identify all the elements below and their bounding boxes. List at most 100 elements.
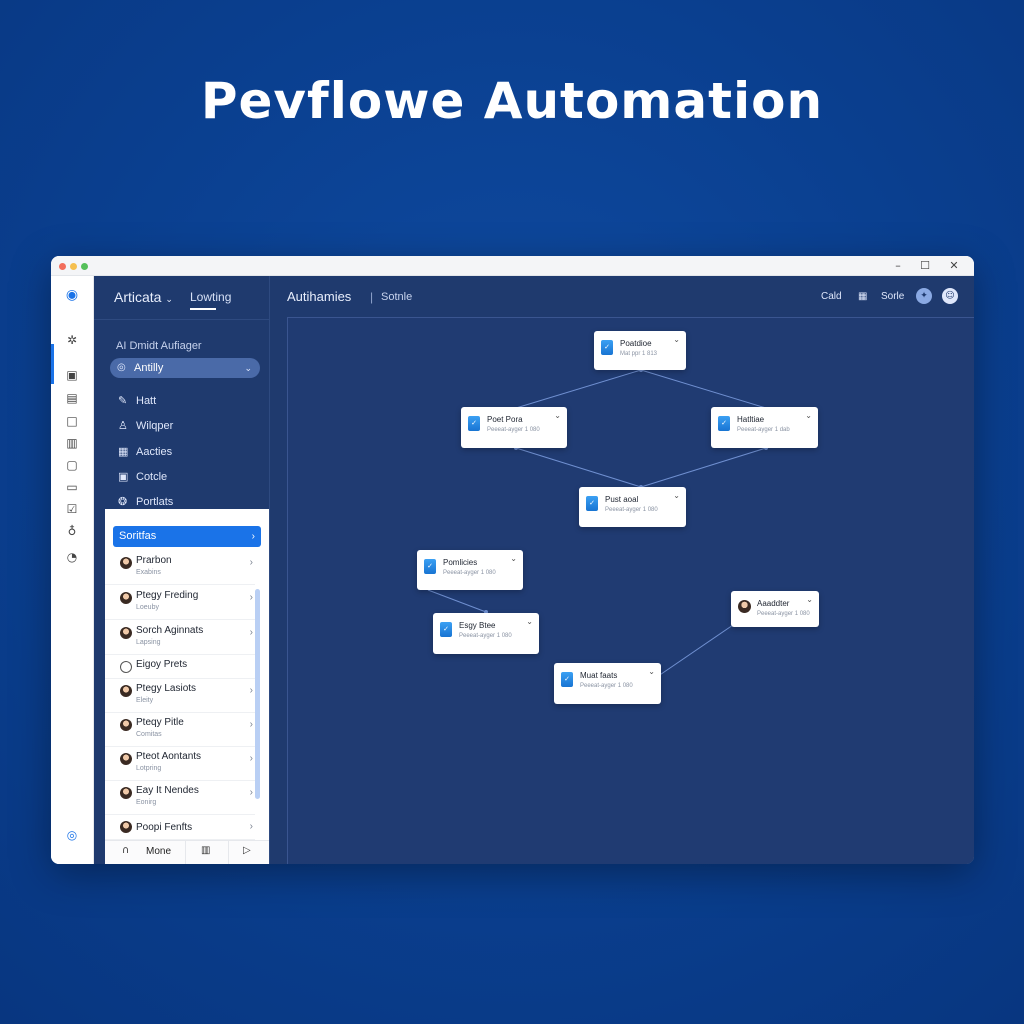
workflow-canvas[interactable]: ✓ Poatdioe Mat ppr 1 813 ⌄ ✓ Poet Pora P…	[287, 317, 974, 864]
list-footer: ∩ Mone ▥ ▷	[105, 840, 269, 864]
message-icon[interactable]: ▭	[63, 478, 81, 496]
nav-item-wilqper[interactable]: ♙ Wilqper	[118, 417, 173, 435]
list-item[interactable]: Eigoy Prets	[105, 655, 255, 679]
edge	[640, 447, 767, 488]
send-icon[interactable]: ▷	[243, 845, 251, 856]
chevron-down-icon[interactable]: ⌄	[510, 554, 517, 563]
list-item[interactable]: Poopi Fenfts ›	[105, 815, 255, 840]
zoom-dot[interactable]	[81, 263, 88, 270]
avatar	[120, 753, 132, 765]
avatar	[120, 719, 132, 731]
workflow-area: Autihamies | Sotnle Cald ▦ Sorle ✦ ☺ ✓ P…	[269, 276, 974, 864]
workflow-node[interactable]: ✓ Poet Pora Peeeat-ayger 1 080 ⌄	[461, 407, 567, 448]
chevron-down-icon: ⌄	[244, 363, 252, 373]
list-item[interactable]: Pteot Aontants Lotpring ›	[105, 747, 255, 781]
minimize-dot[interactable]	[70, 263, 77, 270]
chevron-down-icon[interactable]: ⌄	[673, 335, 680, 344]
close-dot[interactable]	[59, 263, 66, 270]
list-item[interactable]: Eay It Nendes Eonirg ›	[105, 781, 255, 815]
help-icon[interactable]: ◎	[63, 826, 81, 844]
chevron-right-icon: ›	[249, 685, 253, 696]
edge	[640, 369, 767, 409]
nav-item-cotcle[interactable]: ▣ Cotcle	[118, 468, 167, 486]
clock-icon[interactable]: ◔	[63, 548, 81, 566]
list-selected-item[interactable]: Soritfas ›	[113, 526, 261, 547]
tab-underline	[190, 308, 216, 310]
chevron-right-icon: ›	[251, 531, 255, 542]
box-icon: ▣	[118, 470, 129, 483]
avatar	[120, 592, 132, 604]
chevron-down-icon[interactable]: ⌄	[554, 411, 561, 420]
contact-list-panel: Soritfas › Prarbon Exabins › Ptegy Fredi…	[105, 509, 269, 864]
share-icon[interactable]: ✦	[916, 288, 932, 304]
folder-icon[interactable]: ▢	[63, 456, 81, 474]
workflow-node[interactable]: Aaaddter Peeeat-ayger 1 080 ⌄	[731, 591, 819, 627]
more-button[interactable]: Mone	[146, 846, 171, 857]
location-icon[interactable]: ♁	[63, 522, 81, 540]
document-icon: ✓	[561, 672, 573, 687]
close-button[interactable]: ✕	[946, 258, 962, 274]
workflow-node[interactable]: ✓ Hatltiae Peeeat-ayger 1 dab ⌄	[711, 407, 818, 448]
list-item[interactable]: Prarbon Exabins ›	[105, 551, 255, 585]
workflow-node[interactable]: ✓ Pomlicies Peeeat-ayger 1 080 ⌄	[417, 550, 523, 590]
chevron-right-icon: ›	[249, 719, 253, 730]
document-icon: ✓	[440, 622, 452, 637]
grid-icon: ▦	[118, 445, 129, 458]
headset-icon[interactable]: ∩	[122, 845, 129, 856]
card-button[interactable]: Cald	[821, 291, 842, 302]
list-item[interactable]: Pteqy Pitle Comitas ›	[105, 713, 255, 747]
minimize-button[interactable]: –	[890, 258, 906, 274]
nav-item-hatt[interactable]: ✎ Hatt	[118, 392, 156, 410]
list-scrollbar[interactable]	[255, 589, 260, 799]
workflow-subtitle[interactable]: Sotnle	[381, 291, 412, 303]
chevron-right-icon: ›	[249, 627, 253, 638]
chevron-right-icon: ›	[249, 787, 253, 798]
check-icon[interactable]: ☑	[63, 500, 81, 518]
chevron-down-icon[interactable]: ⌄	[806, 595, 813, 604]
agent-icon: ◎	[117, 362, 126, 373]
avatar	[120, 627, 132, 639]
headline: Pevflowe Automation	[200, 72, 824, 130]
document-icon: ✓	[601, 340, 613, 355]
workflow-title: Autihamies	[287, 289, 352, 304]
maximize-button[interactable]: ☐	[917, 258, 933, 274]
sort-button[interactable]: Sorle	[881, 291, 904, 302]
calendar-icon[interactable]: ▣	[63, 366, 81, 384]
list-item[interactable]: Sorch Aginnats Lapsing ›	[105, 621, 255, 655]
layout-icon[interactable]: ▦	[858, 291, 867, 302]
chevron-down-icon[interactable]: ⌄	[526, 617, 533, 626]
users-icon: ♙	[118, 419, 128, 432]
chevron-down-icon[interactable]: ⌄	[648, 667, 655, 676]
workflow-node[interactable]: ✓ Muat faats Peeeat-ayger 1 080 ⌄	[554, 663, 661, 704]
app-window: – ☐ ✕ ◉ ✲ ▣ ▤ □ ▥ ▢ ▭ ☑ ♁ ◔ ◎ Articata ⌄…	[51, 256, 974, 864]
chevron-right-icon: ›	[249, 821, 253, 832]
workflow-node[interactable]: ✓ Esgy Btee Peeeat-ayger 1 080 ⌄	[433, 613, 539, 654]
chevron-down-icon[interactable]: ⌄	[673, 491, 680, 500]
nav-item-aacties[interactable]: ▦ Aacties	[118, 443, 172, 461]
document-icon: ✓	[468, 416, 480, 431]
workflow-node[interactable]: ✓ Poatdioe Mat ppr 1 813 ⌄	[594, 331, 686, 370]
workflow-icon[interactable]: ✲	[63, 331, 81, 349]
chevron-right-icon: ›	[249, 557, 253, 568]
app-logo-icon[interactable]: ◉	[63, 286, 81, 304]
list-item[interactable]: Ptegy Lasiots Eleity ›	[105, 679, 255, 713]
chevron-down-icon[interactable]: ⌄	[805, 411, 812, 420]
wrench-icon: ✎	[118, 394, 128, 407]
square-icon[interactable]: □	[63, 412, 81, 430]
profile-avatar[interactable]: ☺	[942, 288, 958, 304]
list-item[interactable]: Ptegy Freding Loeuby ›	[105, 586, 255, 620]
workflow-header: Autihamies | Sotnle Cald ▦ Sorle ✦ ☺	[270, 276, 974, 320]
chart-icon[interactable]: ▥	[63, 434, 81, 452]
workflow-connectors	[427, 368, 768, 684]
header-separator: |	[370, 290, 374, 304]
agent-dropdown[interactable]: ◎ Antilly ⌄	[110, 358, 260, 378]
workflow-node[interactable]: ✓ Pust aoal Peeeat-ayger 1 080 ⌄	[579, 487, 686, 527]
group-icon	[120, 661, 132, 673]
document-icon: ✓	[718, 416, 730, 431]
document-icon[interactable]: ▤	[63, 389, 81, 407]
section-label: AI Dmidt Aufiager	[116, 340, 202, 352]
book-icon[interactable]: ▥	[201, 845, 210, 856]
avatar	[738, 600, 751, 613]
tab-lowting[interactable]: Lowting	[190, 290, 231, 304]
workspace-title[interactable]: Articata ⌄	[114, 289, 173, 305]
